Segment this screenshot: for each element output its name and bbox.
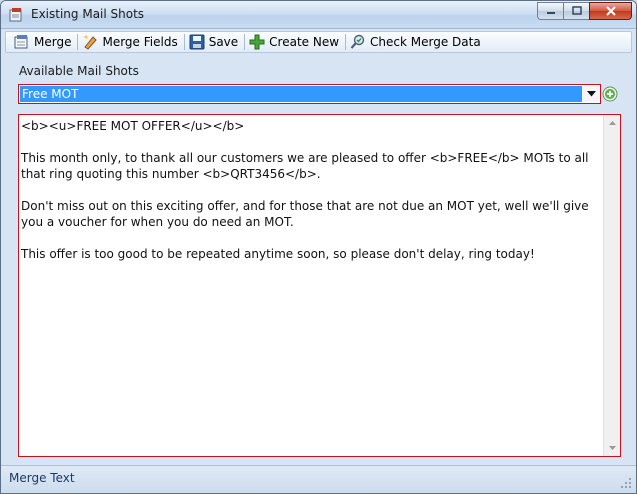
merge-label: Merge bbox=[34, 35, 72, 49]
window-title: Existing Mail Shots bbox=[31, 7, 145, 21]
toolbar-separator bbox=[244, 34, 246, 50]
editor-content[interactable]: <b><u>FREE MOT OFFER</u></b> This month … bbox=[21, 118, 601, 278]
toolbar-separator bbox=[183, 34, 185, 50]
merge-text-editor[interactable]: <b><u>FREE MOT OFFER</u></b> This month … bbox=[18, 114, 621, 457]
toolbar: Merge Merge Fields Save Create New Check… bbox=[5, 31, 632, 53]
dropdown-button[interactable] bbox=[583, 86, 599, 102]
editor-paragraph: This month only, to thank all our custom… bbox=[21, 151, 593, 181]
status-text: Merge Text bbox=[9, 471, 75, 485]
merge-fields-label: Merge Fields bbox=[102, 35, 178, 49]
create-new-button[interactable]: Create New bbox=[247, 32, 343, 52]
close-icon bbox=[605, 6, 616, 16]
editor-paragraph: Don't miss out on this exciting offer, a… bbox=[21, 199, 593, 229]
floppy-disk-icon bbox=[189, 34, 205, 50]
close-button[interactable] bbox=[589, 2, 632, 20]
save-button[interactable]: Save bbox=[187, 32, 242, 52]
mail-shot-selected-value: Free MOT bbox=[20, 86, 582, 102]
scroll-up-icon bbox=[608, 121, 616, 125]
merge-button[interactable]: Merge bbox=[12, 32, 75, 52]
toolbar-separator bbox=[77, 34, 79, 50]
check-merge-data-button[interactable]: Check Merge Data bbox=[348, 32, 485, 52]
resize-grip-icon[interactable] bbox=[620, 477, 632, 489]
vertical-scrollbar[interactable] bbox=[603, 115, 620, 456]
create-new-label: Create New bbox=[269, 35, 340, 49]
merge-fields-icon bbox=[83, 35, 98, 50]
maximize-button[interactable] bbox=[563, 2, 589, 20]
add-circle-icon[interactable] bbox=[602, 86, 618, 102]
minimize-button[interactable] bbox=[537, 2, 563, 20]
scroll-down-button[interactable] bbox=[604, 440, 620, 456]
scroll-down-icon bbox=[608, 446, 616, 450]
available-mail-shots-label: Available Mail Shots bbox=[19, 64, 139, 78]
window-controls bbox=[537, 2, 632, 21]
check-merge-data-label: Check Merge Data bbox=[370, 35, 481, 49]
maximize-icon bbox=[571, 6, 582, 15]
status-bar: Merge Text bbox=[1, 465, 636, 493]
toolbar-separator bbox=[345, 34, 347, 50]
mail-shots-window: Existing Mail Shots Merge Merge Fields S… bbox=[0, 0, 637, 494]
mail-app-icon bbox=[9, 8, 22, 22]
save-label: Save bbox=[208, 35, 239, 49]
magnifier-check-icon bbox=[350, 34, 365, 49]
plus-icon bbox=[249, 34, 265, 50]
editor-paragraph: <b><u>FREE MOT OFFER</u></b> bbox=[21, 119, 245, 133]
mail-shot-select[interactable]: Free MOT bbox=[18, 84, 601, 104]
merge-icon bbox=[14, 35, 28, 49]
minimize-icon bbox=[546, 12, 555, 14]
chevron-down-icon bbox=[586, 91, 596, 97]
title-bar[interactable]: Existing Mail Shots bbox=[1, 1, 636, 29]
scroll-up-button[interactable] bbox=[604, 115, 620, 131]
merge-fields-button[interactable]: Merge Fields bbox=[80, 32, 181, 52]
editor-paragraph: This offer is too good to be repeated an… bbox=[21, 247, 535, 261]
